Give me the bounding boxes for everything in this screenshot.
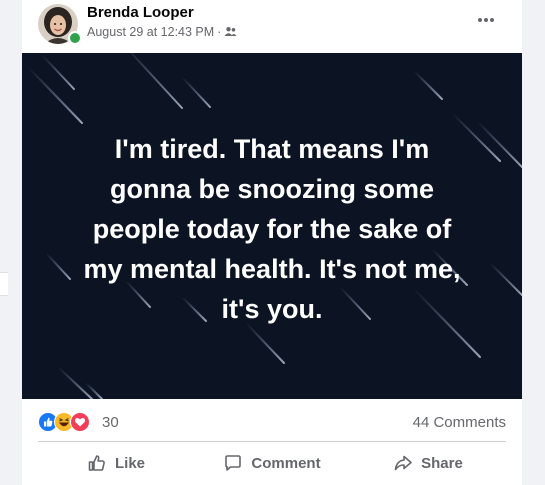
action-divider <box>38 441 506 442</box>
love-reaction-icon <box>70 412 90 432</box>
more-options-icon[interactable] <box>474 12 498 28</box>
post-text: I'm tired. That means I'm gonna be snooz… <box>83 134 461 324</box>
share-icon <box>394 455 412 471</box>
comment-button[interactable]: Comment <box>194 445 350 481</box>
like-label: Like <box>114 454 145 472</box>
online-status-dot <box>68 31 82 45</box>
post-header: Brenda Looper August 29 at 12:43 PM · <box>22 0 522 52</box>
feed-gutter <box>0 0 8 485</box>
post-meta: August 29 at 12:43 PM · <box>87 25 237 39</box>
share-label: Share <box>421 454 463 472</box>
like-button[interactable]: Like <box>38 445 194 481</box>
like-icon <box>88 455 105 471</box>
side-panel-edge <box>0 272 8 296</box>
comments-count[interactable]: 44 Comments <box>413 414 506 431</box>
post-card: Brenda Looper August 29 at 12:43 PM · I'… <box>22 0 522 485</box>
engagement-summary: 30 44 Comments <box>22 400 522 442</box>
share-button[interactable]: Share <box>350 445 506 481</box>
post-text-background[interactable]: I'm tired. That means I'm gonna be snooz… <box>22 53 522 399</box>
post-actions: Like Comment Share <box>38 445 506 481</box>
comment-icon <box>225 455 242 471</box>
comment-label: Comment <box>251 454 321 472</box>
post-author-name[interactable]: Brenda Looper <box>87 4 194 21</box>
post-timestamp[interactable]: August 29 at 12:43 PM <box>87 25 214 39</box>
friends-icon[interactable] <box>224 26 237 38</box>
reaction-count[interactable]: 30 <box>102 414 119 431</box>
meta-separator: · <box>217 25 222 39</box>
